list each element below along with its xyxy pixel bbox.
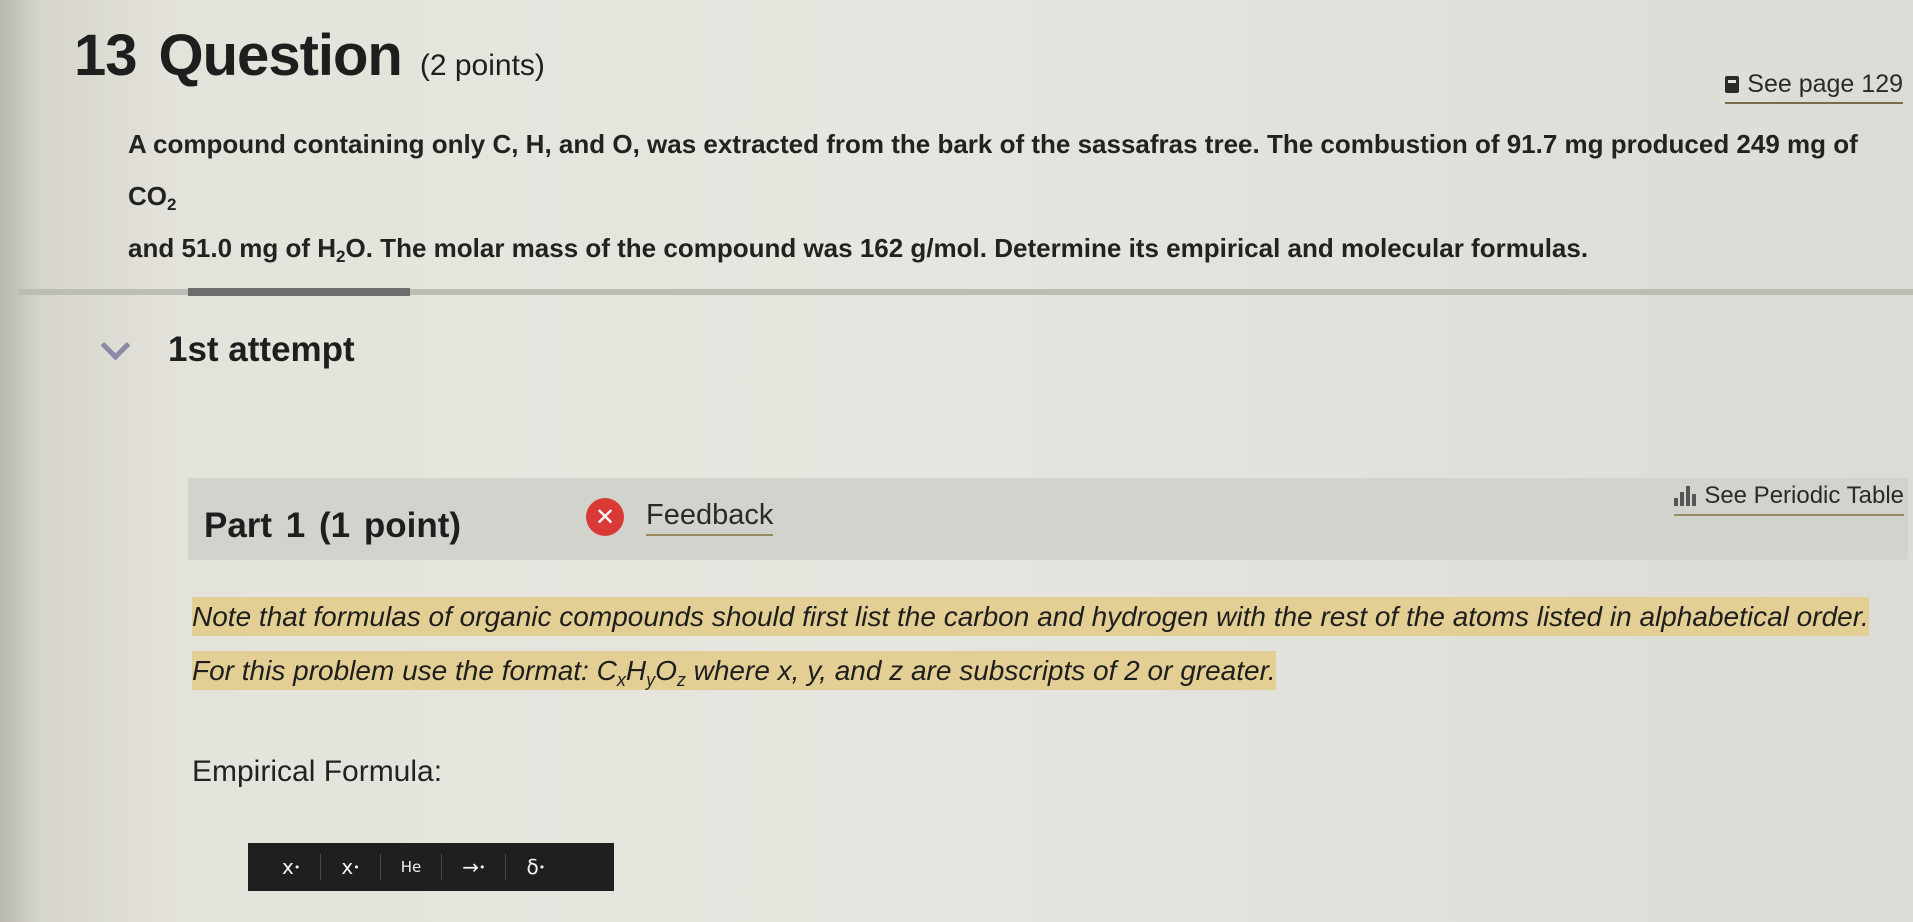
section-divider-accent: [188, 288, 410, 296]
note-sub-y: y: [646, 670, 656, 690]
reaction-arrow-button[interactable]: → •: [442, 854, 507, 880]
note-sub-x: x: [616, 670, 626, 690]
superscript-button[interactable]: x •: [262, 854, 322, 880]
question-text-part2: and 51.0 mg of H: [128, 233, 337, 263]
question-text-part1: A compound containing only C, H, and O, …: [128, 129, 1858, 211]
question-text: A compound containing only C, H, and O, …: [128, 118, 1888, 274]
periodic-table-icon: [1674, 486, 1697, 506]
question-points: (2 points): [419, 49, 545, 82]
book-icon: [1725, 76, 1740, 93]
note-text-part2: where x, y, and z are subscripts of 2 or…: [685, 655, 1276, 686]
part-header: Part 1 (1 point) ✕ Feedback See Periodic…: [188, 478, 1908, 560]
question-number: 13: [74, 23, 138, 88]
arrow-button-label: →: [462, 855, 479, 879]
co2-subscript: 2: [167, 195, 177, 214]
h2o-subscript: 2: [336, 247, 346, 266]
superscript-button-label: x: [282, 855, 294, 879]
see-page-label: See page 129: [1747, 70, 1903, 98]
subscript-button-label: x: [341, 855, 354, 879]
see-page-link[interactable]: See page 129: [1725, 70, 1903, 104]
attempt-label: 1st attempt: [168, 330, 355, 369]
part-title: Part 1 (1 point): [204, 506, 462, 545]
formula-toolbar: x • x • He → • δ •: [248, 843, 614, 891]
subscript-button[interactable]: x •: [321, 854, 381, 880]
format-note: Note that formulas of organic compounds …: [192, 590, 1882, 698]
note-sub-z: z: [676, 670, 686, 690]
delta-button[interactable]: δ •: [506, 854, 565, 880]
question-word: Question: [158, 23, 403, 88]
note-o: O: [655, 655, 677, 686]
question-text-part3: O. The molar mass of the compound was 16…: [345, 233, 1589, 263]
element-button[interactable]: He: [381, 854, 443, 880]
x-circle-icon: ✕: [586, 498, 624, 536]
periodic-table-link[interactable]: See Periodic Table: [1674, 482, 1904, 516]
feedback-group[interactable]: ✕ Feedback: [586, 498, 774, 536]
note-highlight: Note that formulas of organic compounds …: [192, 597, 1869, 690]
periodic-table-label: See Periodic Table: [1704, 482, 1904, 509]
question-header: 13 Question (2 points): [74, 22, 545, 89]
attempt-toggle[interactable]: 1st attempt: [100, 330, 355, 370]
note-h: H: [625, 655, 647, 686]
empirical-formula-label: Empirical Formula:: [192, 755, 443, 788]
delta-button-label: δ: [526, 855, 539, 879]
feedback-link[interactable]: Feedback: [646, 499, 774, 536]
chevron-down-icon[interactable]: [100, 330, 131, 360]
